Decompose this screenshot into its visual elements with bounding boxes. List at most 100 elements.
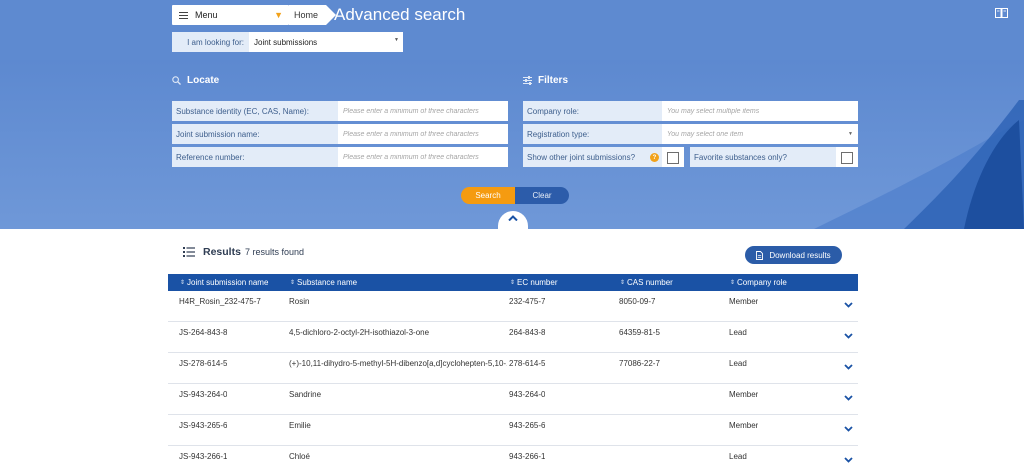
ec-cell: 943-266-1 — [509, 452, 546, 461]
substance-cell: Emilie — [289, 421, 311, 430]
substance-identity-input[interactable] — [338, 101, 508, 121]
js-name-cell: JS-278-614-5 — [179, 359, 228, 368]
role-cell: Lead — [729, 452, 747, 461]
favorite-substances-label: Favorite substances only? — [690, 147, 836, 167]
chevron-down-icon[interactable] — [844, 302, 853, 308]
js-name-cell: JS-943-265-6 — [179, 421, 228, 430]
filter-icon — [523, 76, 532, 85]
role-cell: Member — [729, 421, 759, 430]
book-icon[interactable] — [995, 8, 1008, 18]
header-band — [0, 0, 1024, 60]
table-row[interactable]: JS-943-266-1 Chloé 943-266-1 Lead — [168, 446, 858, 476]
dropdown-arrow-icon: ▼ — [394, 37, 399, 43]
table-row[interactable]: JS-278-614-5 (+)-10,11-dihydro-5-methyl-… — [168, 353, 858, 384]
page-title: Advanced search — [334, 5, 466, 24]
column-label: CAS number — [627, 278, 673, 287]
filters-heading: Filters — [523, 75, 568, 86]
reference-number-input[interactable] — [338, 147, 508, 167]
menu-button[interactable]: Menu ▼ — [172, 5, 289, 25]
column-header-ec[interactable]: ⇕ EC number — [510, 274, 558, 291]
column-label: EC number — [517, 278, 558, 287]
document-icon — [756, 250, 764, 260]
chevron-up-icon — [508, 215, 518, 221]
cas-cell: 77086-22-7 — [619, 359, 660, 368]
column-header-cas[interactable]: ⇕ CAS number — [620, 274, 673, 291]
company-role-input[interactable] — [662, 101, 858, 121]
dropdown-arrow-icon: ▼ — [848, 131, 853, 137]
search-icon — [172, 76, 181, 85]
chevron-down-icon[interactable] — [844, 457, 853, 463]
ec-cell: 232-475-7 — [509, 297, 546, 306]
substance-cell: 4,5-dichloro-2-octyl-2H-isothiazol-3-one — [289, 328, 430, 337]
chevron-down-icon[interactable] — [844, 333, 853, 339]
chevron-down-icon: ▼ — [274, 10, 283, 20]
locate-heading: Locate — [172, 75, 219, 86]
show-other-js-label: Show other joint submissions? — [523, 147, 662, 167]
table-row[interactable]: JS-943-264-0 Sandrine 943-264-0 Member — [168, 384, 858, 415]
sort-icon: ⇕ — [290, 280, 296, 286]
role-cell: Lead — [729, 328, 747, 337]
joint-submission-name-label: Joint submission name: — [172, 124, 338, 144]
js-name-cell: H4R_Rosin_232-475-7 — [179, 297, 261, 306]
looking-for-value: Joint submissions — [254, 37, 318, 47]
sort-icon: ⇕ — [620, 280, 626, 286]
reference-number-label: Reference number: — [172, 147, 338, 167]
column-header-role[interactable]: ⇕ Company role — [730, 274, 787, 291]
favorite-substances-checkbox[interactable] — [841, 152, 853, 164]
ec-cell: 264-843-8 — [509, 328, 546, 337]
show-other-js-checkbox[interactable] — [667, 152, 679, 164]
download-results-button[interactable]: Download results — [745, 246, 842, 264]
breadcrumb-home[interactable]: Home — [289, 5, 337, 25]
registration-type-label: Registration type: — [523, 124, 662, 144]
results-count: 7 results found — [244, 247, 304, 257]
chevron-down-icon[interactable] — [844, 395, 853, 401]
column-label: Substance name — [297, 278, 358, 287]
column-header-substance[interactable]: ⇕ Substance name — [290, 274, 357, 291]
clear-button[interactable]: Clear — [515, 187, 569, 204]
registration-type-select[interactable] — [662, 124, 858, 144]
results-header: Results 7 results found — [183, 246, 304, 258]
cas-cell: 8050-09-7 — [619, 297, 656, 306]
substance-cell: Rosin — [289, 297, 310, 306]
ec-cell: 278-614-5 — [509, 359, 546, 368]
list-icon — [183, 247, 195, 257]
substance-cell: (+)-10,11-dihydro-5-methyl-5H-dibenzo[a,… — [289, 359, 507, 368]
table-row[interactable]: JS-943-265-6 Emilie 943-265-6 Member — [168, 415, 858, 446]
table-row[interactable]: JS-264-843-8 4,5-dichloro-2-octyl-2H-iso… — [168, 322, 858, 353]
results-table-header: ⇕ Joint submission name ⇕ Substance name ⇕… — [168, 274, 858, 291]
role-cell: Lead — [729, 359, 747, 368]
substance-cell: Sandrine — [289, 390, 322, 399]
decorative-shape — [814, 100, 1024, 229]
js-name-cell: JS-943-266-1 — [179, 452, 228, 461]
role-cell: Member — [729, 297, 759, 306]
ec-cell: 943-265-6 — [509, 421, 546, 430]
role-cell: Member — [729, 390, 759, 399]
sort-icon: ⇕ — [730, 280, 736, 286]
search-button[interactable]: Search — [461, 187, 515, 204]
chevron-down-icon[interactable] — [844, 364, 853, 370]
info-icon[interactable]: ? — [650, 153, 659, 162]
column-label: Company role — [737, 278, 787, 287]
sort-icon: ⇕ — [180, 280, 186, 286]
looking-for-label: I am looking for: — [172, 32, 249, 52]
sort-icon: ⇕ — [510, 280, 516, 286]
locate-heading-text: Locate — [187, 75, 220, 86]
company-role-label: Company role: — [523, 101, 662, 121]
table-row[interactable]: H4R_Rosin_232-475-7 Rosin 232-475-7 8050… — [168, 291, 858, 322]
looking-for-select[interactable]: Joint submissions ▼ — [249, 32, 403, 52]
js-name-cell: JS-264-843-8 — [179, 328, 228, 337]
joint-submission-name-input[interactable] — [338, 124, 508, 144]
substance-identity-label: Substance identity (EC, CAS, Name): — [172, 101, 338, 121]
cas-cell: 64359-81-5 — [619, 328, 660, 337]
results-title: Results — [203, 246, 241, 258]
menu-label: Menu — [195, 10, 218, 20]
chevron-down-icon[interactable] — [844, 426, 853, 432]
column-header-js-name[interactable]: ⇕ Joint submission name — [180, 274, 268, 291]
ec-cell: 943-264-0 — [509, 390, 546, 399]
js-name-cell: JS-943-264-0 — [179, 390, 228, 399]
filters-heading-text: Filters — [538, 75, 569, 86]
hamburger-icon — [179, 11, 188, 19]
download-results-label: Download results — [769, 250, 831, 260]
column-label: Joint submission name — [187, 278, 269, 287]
substance-cell: Chloé — [289, 452, 310, 461]
